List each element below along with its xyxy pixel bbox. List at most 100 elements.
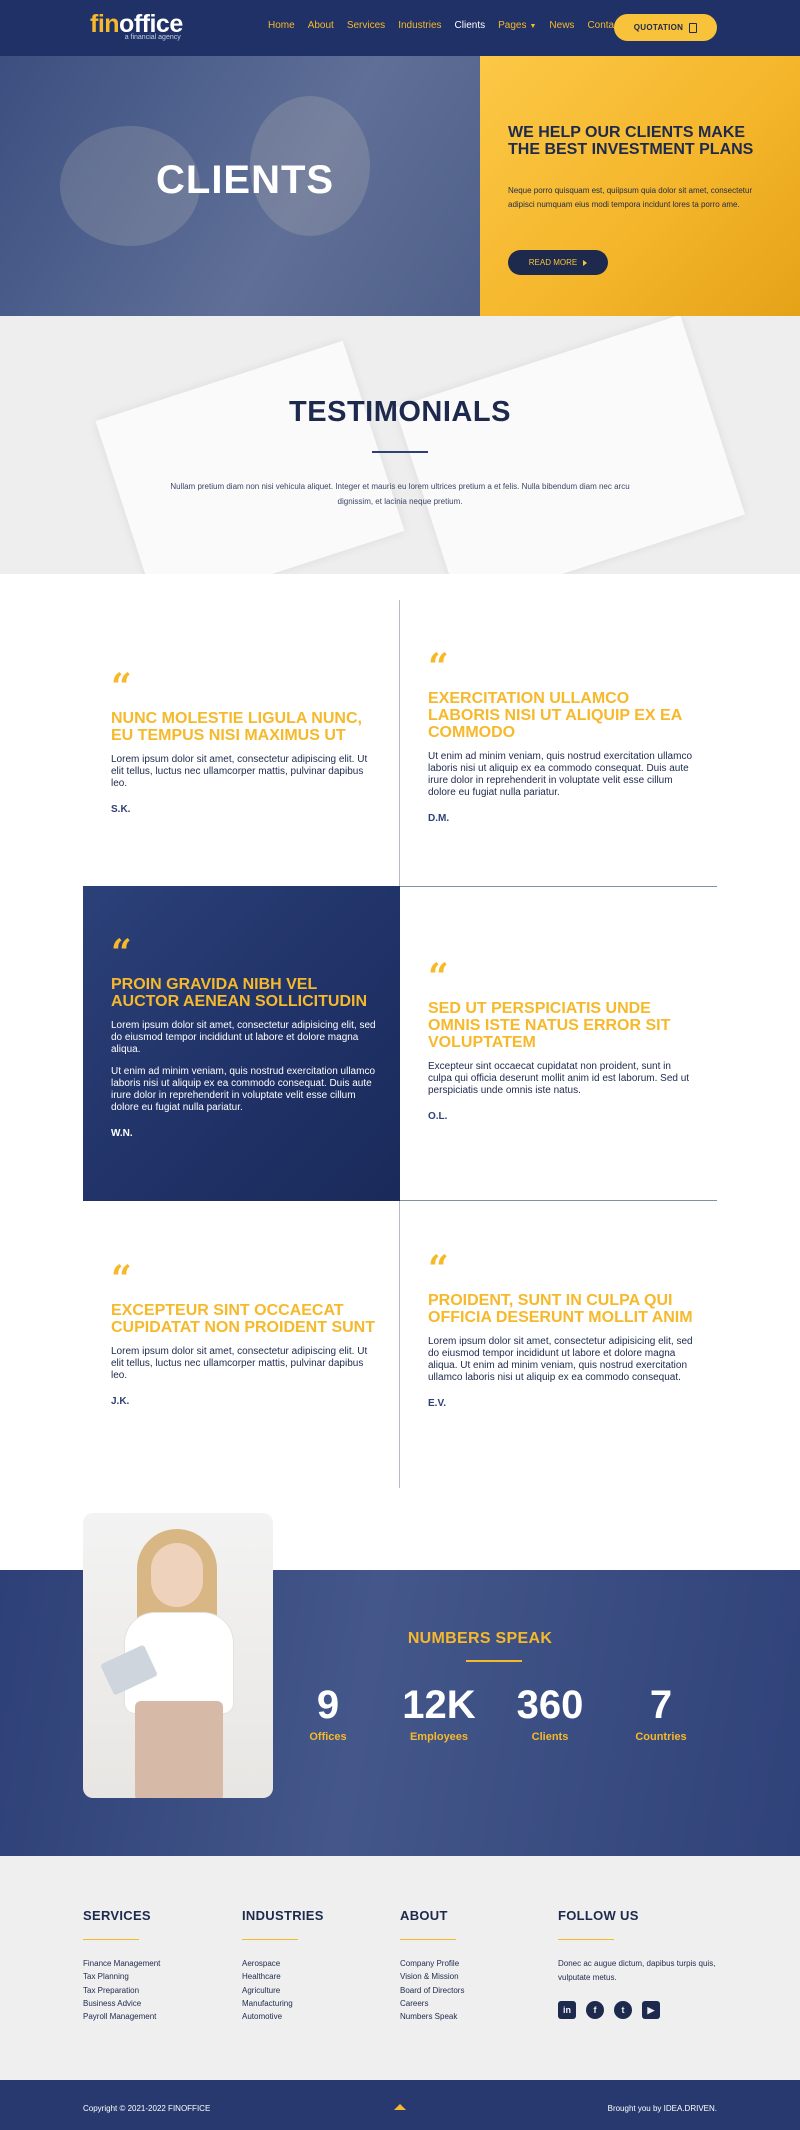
credit-text[interactable]: Brought you by IDEA.DRIVEN. bbox=[608, 2104, 717, 2113]
divider bbox=[83, 1939, 139, 1940]
nav-item-clients[interactable]: Clients bbox=[455, 20, 486, 31]
testimonial-heading: PROIDENT, SUNT IN CULPA QUI OFFICIA DESE… bbox=[428, 1292, 693, 1326]
site-header: finoffice a financial agency Home About … bbox=[0, 0, 800, 56]
stat-label: Countries bbox=[635, 1731, 687, 1743]
testimonial-card: “ NUNC MOLESTIE LIGULA NUNC, EU TEMPUS N… bbox=[111, 666, 376, 815]
footer-link[interactable]: Business Advice bbox=[83, 1997, 233, 2010]
footer-heading: SERVICES bbox=[83, 1908, 151, 1923]
numbers-title: NUMBERS SPEAK bbox=[407, 1630, 553, 1647]
footer-link[interactable]: Automotive bbox=[242, 2010, 392, 2023]
section-title: TESTIMONIALS bbox=[289, 396, 511, 428]
scroll-top-icon[interactable] bbox=[394, 2104, 406, 2110]
footer-heading: ABOUT bbox=[400, 1908, 448, 1923]
bottom-bar: Copyright © 2021-2022 FINOFFICE Brought … bbox=[0, 2080, 800, 2130]
testimonial-card: “ SED UT PERSPICIATIS UNDE OMNIS ISTE NA… bbox=[428, 956, 693, 1122]
testimonial-text: Lorem ipsum dolor sit amet, consectetur … bbox=[111, 1346, 368, 1381]
footer-heading: INDUSTRIES bbox=[242, 1908, 324, 1923]
logo[interactable]: finoffice a financial agency bbox=[90, 12, 183, 42]
testimonial-card: “ PROIN GRAVIDA NIBH VEL AUCTOR AENEAN S… bbox=[111, 932, 376, 1139]
footer-link[interactable]: Careers bbox=[400, 1997, 550, 2010]
testimonial-heading: EXCEPTEUR SINT OCCAECAT CUPIDATAT NON PR… bbox=[111, 1302, 375, 1336]
testimonial-author: E.V. bbox=[428, 1398, 446, 1409]
testimonial-text: Ut enim ad minim veniam, quis nostrud ex… bbox=[111, 1066, 375, 1113]
testimonial-heading: SED UT PERSPICIATIS UNDE OMNIS ISTE NATU… bbox=[428, 1000, 671, 1051]
footer-industries: INDUSTRIES Aerospace Healthcare Agricult… bbox=[242, 1908, 392, 2023]
testimonial-heading: PROIN GRAVIDA NIBH VEL AUCTOR AENEAN SOL… bbox=[111, 976, 367, 1010]
person-photo bbox=[83, 1513, 273, 1798]
copyright-text: Copyright © 2021-2022 FINOFFICE bbox=[83, 2104, 211, 2113]
nav-item-pages[interactable]: Pages ▼ bbox=[498, 20, 536, 31]
stat-employees: 12K Employees bbox=[384, 1684, 494, 1743]
footer-link[interactable]: Payroll Management bbox=[83, 2010, 233, 2023]
divider bbox=[558, 1939, 614, 1940]
calculator-icon bbox=[689, 22, 698, 33]
divider bbox=[242, 1939, 298, 1940]
testimonial-author: S.K. bbox=[111, 804, 131, 815]
nav-item-home[interactable]: Home bbox=[268, 20, 295, 31]
page-title: CLIENTS bbox=[156, 158, 335, 202]
testimonial-author: D.M. bbox=[428, 813, 450, 824]
hero-card-text: Neque porro quisquam est, quiipsum quia … bbox=[508, 186, 753, 209]
nav-item-pages-label: Pages bbox=[498, 20, 527, 31]
footer-link[interactable]: Board of Directors bbox=[400, 1984, 550, 1997]
nav-item-services[interactable]: Services bbox=[347, 20, 385, 31]
footer-link[interactable]: Healthcare bbox=[242, 1970, 392, 1983]
stat-label: Clients bbox=[531, 1731, 569, 1743]
testimonial-card: “ EXCEPTEUR SINT OCCAECAT CUPIDATAT NON … bbox=[111, 1258, 376, 1407]
footer-link[interactable]: Finance Management bbox=[83, 1957, 233, 1970]
testimonial-card: “ PROIDENT, SUNT IN CULPA QUI OFFICIA DE… bbox=[428, 1248, 693, 1409]
quote-icon: “ bbox=[111, 666, 132, 708]
testimonial-dark-cell: “ PROIN GRAVIDA NIBH VEL AUCTOR AENEAN S… bbox=[83, 886, 400, 1201]
testimonial-card: “ EXERCITATION ULLAMCO LABORIS NISI UT A… bbox=[428, 646, 693, 824]
footer-link[interactable]: Agriculture bbox=[242, 1984, 392, 1997]
testimonial-author: W.N. bbox=[111, 1128, 133, 1139]
hero-card: WE HELP OUR CLIENTS MAKE THE BEST INVEST… bbox=[480, 56, 800, 346]
nav-item-news[interactable]: News bbox=[549, 20, 574, 31]
footer-link[interactable]: Manufacturing bbox=[242, 1997, 392, 2010]
testimonial-text: Ut enim ad minim veniam, quis nostrud ex… bbox=[428, 751, 692, 798]
quotation-button[interactable]: QUOTATION bbox=[614, 14, 717, 41]
testimonial-text: Lorem ipsum dolor sit amet, consectetur … bbox=[111, 1020, 376, 1055]
footer-link[interactable]: Tax Preparation bbox=[83, 1984, 233, 1997]
main-nav: Home About Services Industries Clients P… bbox=[268, 20, 622, 31]
social-links: in f t ▶ bbox=[558, 2001, 728, 2019]
footer-link[interactable]: Company Profile bbox=[400, 1957, 550, 1970]
stat-value: 12K bbox=[402, 1683, 476, 1727]
linkedin-icon[interactable]: in bbox=[558, 2001, 576, 2019]
testimonial-grid: “ PROIN GRAVIDA NIBH VEL AUCTOR AENEAN S… bbox=[83, 600, 717, 1488]
footer-services: SERVICES Finance Management Tax Planning… bbox=[83, 1908, 233, 2023]
nav-item-industries[interactable]: Industries bbox=[398, 20, 441, 31]
stat-value: 360 bbox=[516, 1683, 584, 1727]
quotation-label: QUOTATION bbox=[633, 23, 684, 32]
testimonial-heading: NUNC MOLESTIE LIGULA NUNC, EU TEMPUS NIS… bbox=[111, 710, 362, 744]
divider bbox=[399, 1201, 400, 1488]
testimonial-author: J.K. bbox=[111, 1396, 130, 1407]
quote-icon: “ bbox=[428, 956, 449, 998]
stat-countries: 7 Countries bbox=[606, 1684, 716, 1743]
chevron-down-icon: ▼ bbox=[529, 23, 537, 30]
divider bbox=[372, 451, 428, 453]
twitter-icon[interactable]: t bbox=[614, 2001, 632, 2019]
bg-paper bbox=[95, 340, 405, 574]
quote-icon: “ bbox=[428, 646, 449, 688]
stat-clients: 360 Clients bbox=[495, 1684, 605, 1743]
facebook-icon[interactable]: f bbox=[586, 2001, 604, 2019]
footer-link[interactable]: Numbers Speak bbox=[400, 2010, 550, 2023]
stat-value: 9 bbox=[316, 1683, 340, 1727]
divider bbox=[400, 1939, 456, 1940]
youtube-icon[interactable]: ▶ bbox=[642, 2001, 660, 2019]
quote-icon: “ bbox=[111, 1258, 132, 1300]
divider bbox=[399, 600, 400, 886]
footer-link[interactable]: Vision & Mission bbox=[400, 1970, 550, 1983]
nav-item-about[interactable]: About bbox=[308, 20, 334, 31]
footer-link[interactable]: Tax Planning bbox=[83, 1970, 233, 1983]
footer-link[interactable]: Aerospace bbox=[242, 1957, 392, 1970]
footer-follow-text: Donec ac augue dictum, dapibus turpis qu… bbox=[558, 1959, 716, 1982]
quote-icon: “ bbox=[111, 932, 132, 974]
testimonial-author: O.L. bbox=[428, 1111, 448, 1122]
read-more-button[interactable]: READ MORE bbox=[508, 250, 608, 275]
quote-icon: “ bbox=[428, 1248, 449, 1290]
testimonial-heading: EXERCITATION ULLAMCO LABORIS NISI UT ALI… bbox=[428, 690, 682, 741]
stat-offices: 9 Offices bbox=[273, 1684, 383, 1743]
divider bbox=[400, 886, 717, 887]
